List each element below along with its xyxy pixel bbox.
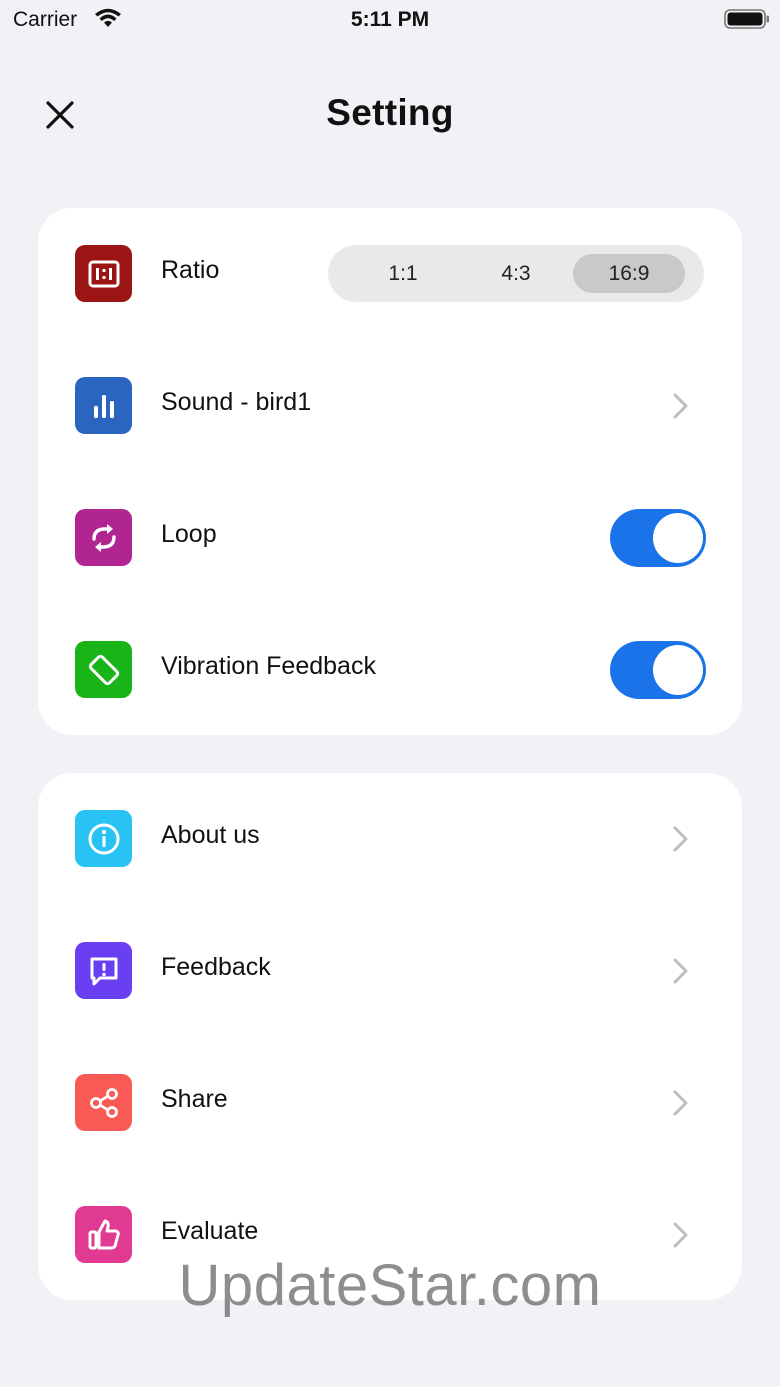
chevron-right-icon	[673, 1222, 688, 1248]
loop-label: Loop	[161, 520, 217, 548]
status-bar: Carrier 5:11 PM	[0, 0, 780, 40]
about-row[interactable]: About us	[38, 773, 742, 905]
feedback-row[interactable]: Feedback	[38, 905, 742, 1037]
loop-icon	[75, 509, 132, 566]
feedback-icon	[75, 942, 132, 999]
loop-row: Loop	[38, 472, 742, 604]
info-icon	[75, 810, 132, 867]
loop-toggle[interactable]	[610, 509, 706, 567]
chevron-right-icon	[673, 393, 688, 419]
share-icon	[75, 1074, 132, 1131]
ratio-option-1-1[interactable]: 1:1	[347, 254, 459, 293]
vibration-icon	[75, 641, 132, 698]
ratio-row: Ratio 1:1 4:3 16:9	[38, 208, 742, 340]
settings-card: Ratio 1:1 4:3 16:9 Sound - bird1 Loop Vi…	[38, 208, 742, 735]
more-card: About us Feedback Share Evaluate	[38, 773, 742, 1300]
ratio-segmented-control: 1:1 4:3 16:9	[328, 245, 704, 302]
page-title: Setting	[326, 92, 454, 133]
sound-icon	[75, 377, 132, 434]
status-time: 5:11 PM	[350, 8, 430, 31]
ratio-option-16-9[interactable]: 16:9	[573, 254, 685, 293]
battery-icon	[724, 9, 769, 29]
ratio-option-4-3[interactable]: 4:3	[460, 254, 572, 293]
share-label: Share	[161, 1085, 228, 1113]
toggle-knob	[653, 645, 703, 695]
vibration-toggle[interactable]	[610, 641, 706, 699]
about-label: About us	[161, 821, 260, 849]
chevron-right-icon	[673, 1090, 688, 1116]
sound-row[interactable]: Sound - bird1	[38, 340, 742, 472]
nav-bar: Setting	[0, 80, 780, 150]
feedback-label: Feedback	[161, 953, 271, 981]
ratio-label: Ratio	[161, 256, 220, 284]
toggle-knob	[653, 513, 703, 563]
vibration-label: Vibration Feedback	[161, 652, 376, 680]
chevron-right-icon	[673, 826, 688, 852]
watermark: UpdateStar.com	[178, 1253, 602, 1318]
vibration-row: Vibration Feedback	[38, 604, 742, 736]
sound-label: Sound - bird1	[161, 388, 312, 416]
chevron-right-icon	[673, 958, 688, 984]
share-row[interactable]: Share	[38, 1037, 742, 1169]
evaluate-label: Evaluate	[161, 1217, 259, 1245]
ratio-icon	[75, 245, 132, 302]
